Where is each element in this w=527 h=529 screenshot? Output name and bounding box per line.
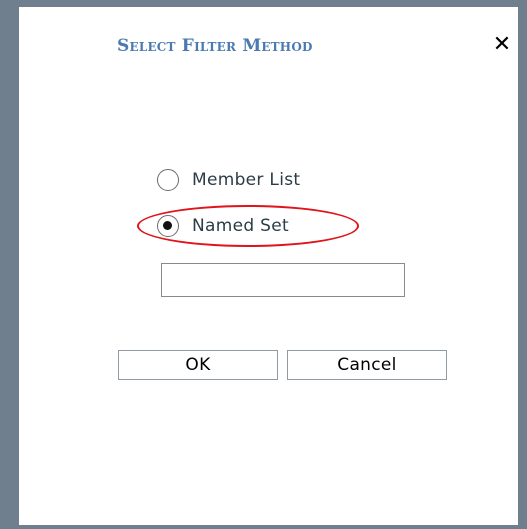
- radio-label-named-set: Named Set: [192, 216, 289, 236]
- radio-button-member-list[interactable]: [157, 169, 179, 191]
- named-set-input[interactable]: [161, 263, 405, 297]
- ok-button[interactable]: OK: [118, 350, 278, 380]
- select-filter-method-dialog: Select Filter Method ✕ Member List Named…: [7, 7, 520, 525]
- radio-label-member-list: Member List: [192, 170, 301, 190]
- radio-option-named-set[interactable]: Named Set: [157, 215, 289, 237]
- radio-button-named-set[interactable]: [157, 215, 179, 237]
- dialog-title: Select Filter Method: [117, 36, 313, 56]
- cancel-button[interactable]: Cancel: [287, 350, 447, 380]
- close-icon[interactable]: ✕: [490, 33, 514, 57]
- radio-option-member-list[interactable]: Member List: [157, 169, 300, 191]
